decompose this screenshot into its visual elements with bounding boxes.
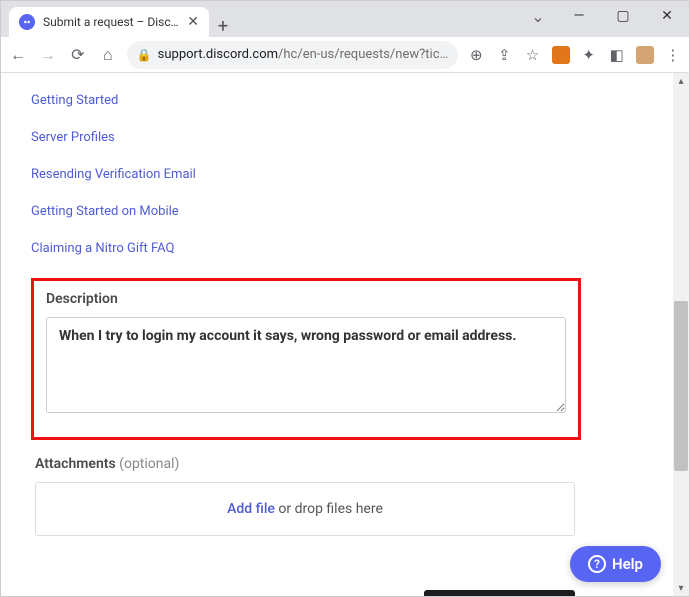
maximize-button[interactable]: ▢ (601, 1, 645, 31)
submit-row: Submit (35, 590, 575, 596)
scrollbar-track[interactable]: ▴ ▾ (673, 73, 689, 596)
link-claiming-nitro-gift[interactable]: Claiming a Nitro Gift FAQ (31, 241, 673, 256)
scrollbar-thumb[interactable] (674, 301, 688, 471)
page-viewport: Getting Started Server Profiles Resendin… (1, 73, 689, 596)
url-host: support.discord.com (158, 47, 278, 62)
tab-search-icon[interactable]: ⌄ (519, 1, 557, 31)
scroll-down-icon[interactable]: ▾ (673, 580, 689, 596)
browser-toolbar: ← → ⟳ ⌂ 🔒 support.discord.com/hc/en-us/r… (1, 37, 689, 73)
tab-title: Submit a request – Discord (43, 15, 179, 29)
submit-button[interactable]: Submit (424, 590, 575, 596)
dropzone-hint: or drop files here (275, 501, 383, 517)
forward-button[interactable]: → (37, 43, 59, 67)
title-bar: Submit a request – Discord ✕ + ⌄ — ▢ ✕ (1, 1, 689, 37)
add-file-link[interactable]: Add file (227, 501, 275, 517)
browser-tab[interactable]: Submit a request – Discord ✕ (9, 7, 209, 37)
scroll-up-icon[interactable]: ▴ (673, 73, 689, 89)
url-path: /hc/en-us/requests/new?tic… (278, 47, 448, 62)
attachments-label: Attachments (optional) (35, 456, 575, 472)
link-getting-started-mobile[interactable]: Getting Started on Mobile (31, 204, 673, 219)
metamask-extension-icon[interactable] (550, 44, 570, 66)
profile-avatar-icon[interactable] (635, 44, 655, 66)
side-panel-icon[interactable]: ◧ (607, 44, 627, 66)
back-button[interactable]: ← (7, 43, 29, 67)
file-dropzone[interactable]: Add file or drop files here (35, 482, 575, 536)
share-icon[interactable]: ⇪ (494, 44, 514, 66)
minimize-button[interactable]: — (557, 1, 601, 31)
discord-favicon-icon (19, 14, 35, 30)
home-button[interactable]: ⌂ (97, 43, 119, 67)
description-label: Description (46, 291, 566, 307)
attachments-optional-text: (optional) (119, 456, 179, 472)
bookmark-star-icon[interactable]: ☆ (522, 44, 542, 66)
window-controls: ⌄ — ▢ ✕ (519, 1, 689, 37)
address-bar[interactable]: 🔒 support.discord.com/hc/en-us/requests/… (127, 41, 459, 69)
tab-close-icon[interactable]: ✕ (187, 14, 199, 30)
url-text: support.discord.com/hc/en-us/requests/ne… (158, 47, 449, 62)
link-server-profiles[interactable]: Server Profiles (31, 130, 673, 145)
zoom-icon[interactable]: ⊕ (466, 44, 486, 66)
page-content: Getting Started Server Profiles Resendin… (1, 73, 673, 596)
reload-button[interactable]: ⟳ (67, 43, 89, 67)
description-highlight: Description (31, 278, 581, 440)
window-close-button[interactable]: ✕ (645, 1, 689, 31)
help-question-icon: ? (588, 555, 606, 573)
attachments-section: Attachments (optional) Add file or drop … (35, 456, 575, 536)
attachments-label-text: Attachments (35, 456, 116, 472)
help-widget[interactable]: ? Help (570, 546, 661, 582)
kebab-menu-icon[interactable]: ⋮ (663, 44, 683, 66)
new-tab-button[interactable]: + (209, 16, 237, 37)
help-article-links: Getting Started Server Profiles Resendin… (31, 93, 673, 256)
lock-icon: 🔒 (137, 48, 152, 62)
description-textarea[interactable] (46, 317, 566, 413)
help-label: Help (612, 555, 643, 573)
extensions-puzzle-icon[interactable]: ✦ (579, 44, 599, 66)
link-resending-verification[interactable]: Resending Verification Email (31, 167, 673, 182)
link-getting-started[interactable]: Getting Started (31, 93, 673, 108)
